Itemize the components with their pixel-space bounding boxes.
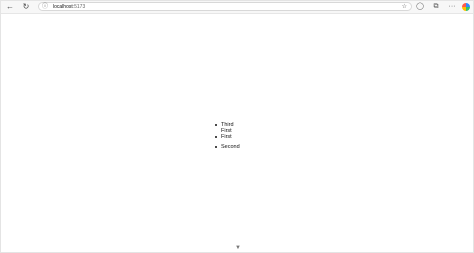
profile-avatar[interactable] bbox=[462, 3, 470, 11]
browser-toolbar: ← ↻ ⓘ localhost:5173 ☆ ◯ ⧉ ··· bbox=[1, 1, 473, 14]
url-host: localhost bbox=[53, 4, 73, 10]
extensions-icon[interactable]: ⧉ bbox=[431, 2, 441, 12]
back-arrow-icon[interactable]: ← bbox=[5, 2, 15, 12]
address-bar[interactable]: ⓘ localhost:5173 ☆ bbox=[38, 2, 412, 11]
more-icon[interactable]: ··· bbox=[447, 2, 457, 12]
star-icon[interactable]: ☆ bbox=[402, 3, 407, 11]
list-item[interactable]: Second bbox=[214, 144, 240, 150]
url-text[interactable]: localhost:5173 bbox=[53, 3, 85, 11]
sortable-list: Third First First Second bbox=[214, 122, 240, 150]
url-port: :5173 bbox=[72, 4, 86, 10]
page-content: Third First First Second ▼ bbox=[1, 14, 473, 252]
copilot-icon[interactable]: ◯ bbox=[415, 2, 425, 12]
refresh-icon[interactable]: ↻ bbox=[21, 2, 31, 12]
scroll-down-icon[interactable]: ▼ bbox=[234, 244, 242, 252]
browser-window: ← ↻ ⓘ localhost:5173 ☆ ◯ ⧉ ··· Third Fir… bbox=[0, 0, 474, 253]
info-icon[interactable]: ⓘ bbox=[42, 3, 48, 11]
